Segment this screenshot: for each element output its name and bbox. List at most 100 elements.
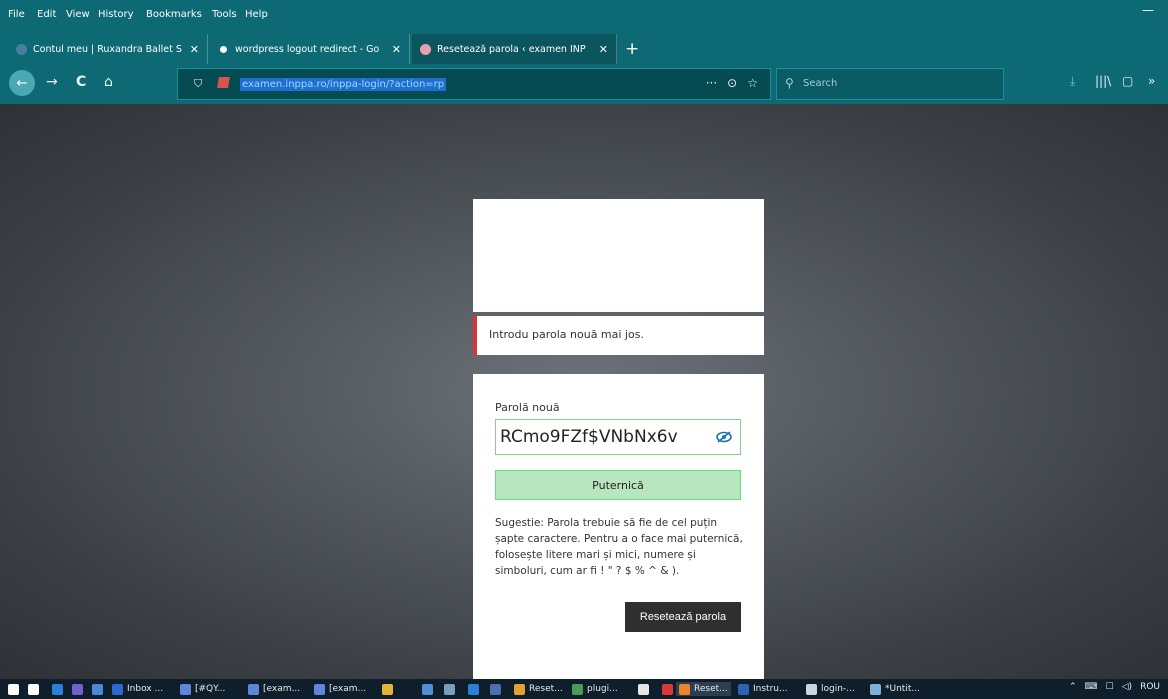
forward-icon[interactable]: →	[46, 74, 58, 90]
tray-item[interactable]: ◁)	[1122, 682, 1132, 692]
app-icon	[422, 683, 433, 695]
taskbar-item[interactable]: login-...	[806, 682, 855, 696]
url-actions: ··· ⊙ ☆	[706, 76, 758, 90]
pocket-icon[interactable]: ⊙	[727, 76, 737, 90]
close-icon[interactable]: ✕	[599, 43, 608, 56]
app-icon	[638, 683, 649, 695]
password-label: Parolă nouă	[495, 401, 560, 414]
menu-history[interactable]: History	[98, 9, 134, 20]
page-actions-icon[interactable]: ···	[706, 76, 717, 90]
address-bar[interactable]: ⛉ examen.inppa.ro/inppa-login/?action=rp…	[177, 68, 771, 100]
menu-edit[interactable]: Edit	[37, 9, 56, 20]
taskbar-item-label: [#QY...	[195, 684, 226, 694]
reset-password-button[interactable]: Resetează parola	[625, 602, 741, 632]
minimize-button[interactable]: —	[1142, 3, 1154, 17]
taskbar-item[interactable]: [exam...	[314, 682, 366, 696]
search-icon: ⚲	[785, 76, 794, 90]
taskbar-item[interactable]	[444, 682, 455, 696]
menu-view[interactable]: View	[66, 9, 90, 20]
password-input[interactable]: RCmo9FZf$VNbNx6v	[495, 419, 741, 455]
tray-item[interactable]: ⌨	[1085, 682, 1098, 692]
password-value[interactable]: RCmo9FZf$VNbNx6v	[500, 420, 678, 454]
taskbar-item[interactable]: Instru...	[738, 682, 788, 696]
hide-password-icon[interactable]	[716, 431, 732, 443]
taskbar-item[interactable]: [exam...	[248, 682, 300, 696]
reset-password-form: Parolă nouă RCmo9FZf$VNbNx6v Puternică S…	[473, 374, 764, 679]
url-text[interactable]: examen.inppa.ro/inppa-login/?action=rp	[240, 78, 447, 91]
app-icon	[679, 683, 690, 695]
app-icon	[806, 683, 817, 695]
search-placeholder: Search	[803, 78, 838, 89]
tray-item[interactable]: ☐	[1106, 682, 1114, 692]
app-icon	[72, 683, 83, 695]
menu-help[interactable]: Help	[245, 9, 268, 20]
system-tray: ⌃ ⌨ ☐ ◁) ROU	[1069, 682, 1160, 692]
app-icon	[490, 683, 501, 695]
insecure-lock-icon[interactable]	[217, 77, 230, 88]
tab-strip: Contul meu | Ruxandra Ballet S ✕ wordpre…	[0, 34, 1168, 64]
tab-wordpress-logout[interactable]: wordpress logout redirect - Go ✕	[210, 34, 410, 64]
navigation-bar: ← → C ⌂ ⛉ examen.inppa.ro/inppa-login/?a…	[0, 64, 1168, 104]
taskbar-item[interactable]	[490, 682, 501, 696]
app-icon	[514, 683, 525, 695]
home-icon[interactable]: ⌂	[104, 74, 113, 90]
tab-reseteaza-parola[interactable]: Resetează parola ‹ examen INP ✕	[412, 34, 617, 64]
app-icon	[180, 683, 191, 695]
message-text: Introdu parola nouă mai jos.	[489, 328, 644, 341]
app-icon	[738, 683, 749, 695]
taskbar-item[interactable]	[662, 682, 673, 696]
app-icon	[248, 683, 259, 695]
close-icon[interactable]: ✕	[392, 43, 401, 56]
site-favicon-icon	[420, 43, 431, 55]
taskbar-item[interactable]: Reset...	[514, 682, 563, 696]
password-hint: Sugestie: Parola trebuie să fie de cel p…	[495, 517, 743, 577]
taskbar-item[interactable]	[382, 682, 393, 696]
taskbar-item[interactable]: plugi...	[572, 682, 618, 696]
close-icon[interactable]: ✕	[190, 43, 199, 56]
taskbar-item-label: [exam...	[263, 684, 301, 694]
tab-contul-meu[interactable]: Contul meu | Ruxandra Ballet S ✕	[8, 34, 208, 64]
menu-file[interactable]: File	[8, 9, 25, 20]
tray-item[interactable]: ⌃	[1069, 682, 1077, 692]
menu-bar: File Edit View History Bookmarks Tools H…	[0, 0, 1168, 34]
taskbar-item[interactable]	[8, 682, 19, 696]
bookmark-star-icon[interactable]: ☆	[747, 76, 758, 90]
taskbar-item[interactable]	[468, 682, 479, 696]
sidebar-icon[interactable]: ▢	[1122, 74, 1133, 88]
menu-tools[interactable]: Tools	[212, 9, 237, 20]
app-icon	[314, 683, 325, 695]
download-icon[interactable]: ⤓	[1070, 74, 1075, 89]
shield-icon[interactable]: ⛉	[194, 77, 202, 91]
taskbar-item[interactable]	[92, 682, 103, 696]
overflow-icon[interactable]: »	[1148, 74, 1155, 88]
taskbar-item[interactable]: [#QY...	[180, 682, 225, 696]
taskbar-item[interactable]	[72, 682, 83, 696]
taskbar-item[interactable]	[638, 682, 649, 696]
reload-icon[interactable]: C	[76, 74, 86, 90]
search-box[interactable]: ⚲ Search	[776, 68, 1004, 100]
tray-item[interactable]: ROU	[1140, 682, 1160, 692]
app-icon	[870, 683, 881, 695]
tab-label: Resetează parola ‹ examen INP	[437, 43, 586, 55]
menu-bookmarks[interactable]: Bookmarks	[146, 9, 202, 20]
back-button[interactable]: ←	[9, 70, 35, 96]
app-icon	[444, 683, 455, 695]
google-icon	[218, 43, 229, 55]
taskbar-item-label: Reset...	[694, 684, 728, 694]
taskbar-item-label: [exam...	[329, 684, 367, 694]
library-icon[interactable]: |||\	[1095, 74, 1111, 88]
taskbar-item-label: Reset...	[529, 684, 563, 694]
taskbar-item[interactable]	[52, 682, 63, 696]
taskbar: Inbox ... [#QY... [exam... [exam... Reset...…	[0, 679, 1168, 699]
app-icon	[468, 683, 479, 695]
taskbar-item[interactable]: Reset...	[676, 682, 731, 696]
tab-label: wordpress logout redirect - Go	[235, 43, 380, 55]
app-icon	[662, 683, 673, 695]
taskbar-item[interactable]: Inbox ...	[112, 682, 163, 696]
taskbar-item-label: plugi...	[587, 684, 618, 694]
taskbar-item[interactable]: *Untit...	[870, 682, 920, 696]
new-tab-button[interactable]: +	[625, 39, 639, 59]
taskbar-item[interactable]	[28, 682, 39, 696]
taskbar-item-label: login-...	[821, 684, 855, 694]
taskbar-item[interactable]	[422, 682, 433, 696]
